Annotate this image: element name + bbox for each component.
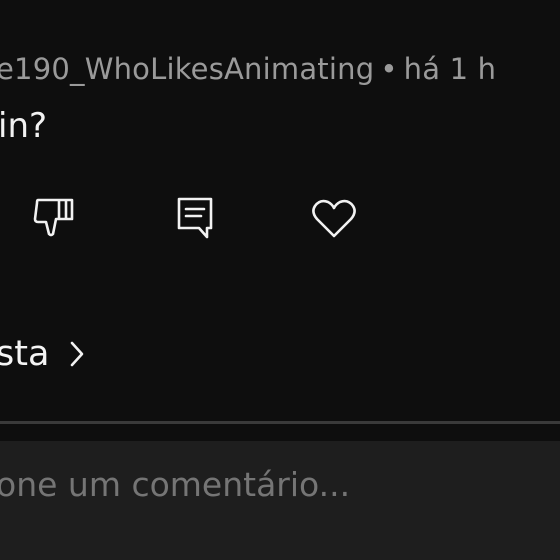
- thumbs-down-icon: [33, 198, 74, 237]
- view-replies-label: sta: [0, 334, 50, 374]
- view-replies-link[interactable]: sta: [0, 334, 85, 374]
- comment-meta: e190_WhoLikesAnimating • há 1 h: [0, 52, 496, 86]
- dislike-button[interactable]: [26, 190, 82, 246]
- meta-separator: •: [380, 52, 398, 86]
- comment-input[interactable]: [0, 465, 560, 504]
- heart-icon: [312, 199, 356, 238]
- comment-text: in?: [0, 106, 48, 146]
- comment-author[interactable]: e190_WhoLikesAnimating: [0, 52, 374, 86]
- divider: [0, 421, 560, 424]
- comment-icon: [177, 197, 213, 239]
- comment-time: há 1 h: [403, 52, 497, 86]
- chevron-right-icon: [71, 341, 84, 367]
- like-button[interactable]: [306, 190, 362, 246]
- reply-button[interactable]: [167, 190, 223, 246]
- comment-composer: [0, 441, 560, 560]
